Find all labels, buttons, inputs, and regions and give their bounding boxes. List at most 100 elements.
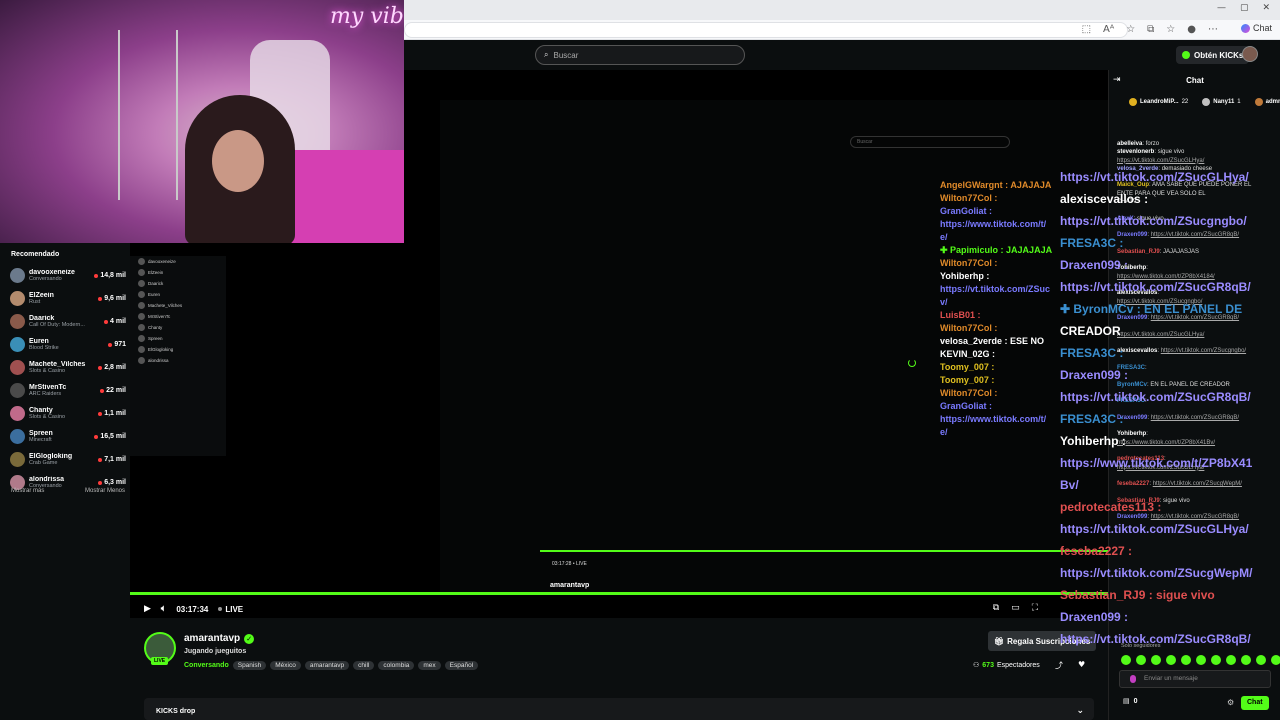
play-icon[interactable]: ▶ <box>144 604 151 614</box>
top-gifter[interactable]: admrcr1 <box>1254 98 1280 106</box>
viewers-icon: ⚇ <box>973 661 980 669</box>
overlay-chat-line: Bv/ <box>1060 478 1079 492</box>
rank-badge-icon <box>1129 98 1137 106</box>
more-icon[interactable]: ⋯ <box>1208 24 1218 35</box>
split-screen-icon[interactable]: ⧉ <box>1147 24 1154 35</box>
share-icon[interactable]: ⤴ <box>1055 660 1063 671</box>
channel-category: Conversando <box>29 276 62 282</box>
chat-input[interactable]: Enviar un mensaje <box>1119 670 1271 688</box>
address-bar[interactable] <box>404 22 1128 38</box>
profile-icon[interactable]: ● <box>1187 24 1196 35</box>
show-less-link[interactable]: Mostrar Menos <box>85 488 125 494</box>
channel-name: alondrissa <box>29 476 65 483</box>
live-dot-icon <box>98 296 103 301</box>
tag-spanish[interactable]: Spanish <box>232 661 267 670</box>
follow-icon[interactable]: ♥ <box>1078 660 1085 671</box>
inner-sidebar-row: davooxeneize <box>138 256 226 267</box>
emote-icon[interactable] <box>1196 655 1206 665</box>
live-indicator[interactable]: LIVE <box>218 605 243 614</box>
sidebar-item-spreen[interactable]: Spreen Minecraft 16,5 mil <box>10 425 126 448</box>
fullscreen-icon[interactable]: ⛶ <box>1032 603 1038 613</box>
tag-español[interactable]: Español <box>444 661 479 670</box>
channel-avatar <box>10 314 25 329</box>
emote-icon[interactable] <box>1136 655 1146 665</box>
tag-amarantavp[interactable]: amarantavp <box>304 661 350 670</box>
clip-icon[interactable]: ⧉ <box>993 603 999 613</box>
emote-icon[interactable] <box>1151 655 1161 665</box>
channel-viewer-count: 6,3 mil <box>104 479 126 486</box>
sidebar-item-daarick[interactable]: Daarick Call Of Duty: Modern... 4 mil <box>10 310 126 333</box>
channel-text: Daarick Call Of Duty: Modern... <box>29 315 100 328</box>
emote-icon[interactable] <box>1271 655 1280 665</box>
tag-chill[interactable]: chill <box>353 661 375 670</box>
inner-avatar <box>138 324 145 331</box>
channel-viewers: 9,6 mil <box>98 295 126 302</box>
live-label: LIVE <box>225 604 244 614</box>
maximize-icon[interactable]: ▢ <box>1240 3 1249 13</box>
chat-text: sigue vivo <box>1157 149 1185 156</box>
progress-bar[interactable] <box>130 592 1108 595</box>
get-kicks-label: Obtén KICKs <box>1194 50 1244 60</box>
sidebar-item-mrstiventc[interactable]: MrStivenTc ARC Raiders 22 mil <box>10 379 126 402</box>
channel-name: ElGlogloking <box>29 453 73 460</box>
channel-avatar <box>10 337 25 352</box>
emote-icon[interactable] <box>1241 655 1251 665</box>
text-size-icon[interactable]: Aᴬ <box>1103 24 1114 35</box>
overlay-chat-line: feseba2227 : <box>1060 544 1133 558</box>
top-gifter[interactable]: LeandroMiP... 22 <box>1129 98 1188 106</box>
live-dot-icon <box>104 319 109 324</box>
chat-send-button[interactable]: Chat <box>1241 696 1269 710</box>
sidebar-item-chanty[interactable]: Chanty Slots & Casino 1,1 mil <box>10 402 126 425</box>
favorites-icon[interactable]: ☆ <box>1166 24 1175 35</box>
channel-avatar <box>10 452 25 467</box>
close-icon[interactable]: ✕ <box>1262 3 1270 13</box>
top-gifter[interactable]: Nany11 1 <box>1202 98 1241 106</box>
tag-colombia[interactable]: colombia <box>378 661 415 670</box>
overlay-chat-line: https://vt.tiktok.com/ZSucGLHya/ <box>1060 522 1249 536</box>
emote-icon[interactable] <box>1166 655 1176 665</box>
gear-icon[interactable]: ⚙ <box>1227 698 1234 707</box>
browser-chat-button[interactable]: Chat <box>1240 23 1272 33</box>
minimize-icon[interactable]: — <box>1217 3 1226 13</box>
chat-message: https://vt.tiktok.com/ZSucGLHya/ <box>1117 157 1277 165</box>
chat-username[interactable]: stevenlonerb <box>1117 149 1154 155</box>
sidebar-item-elzeein[interactable]: ElZeein Rust 9,6 mil <box>10 287 126 310</box>
sidebar-item-machete_vilches[interactable]: Machete_Vilches Slots & Casino 2,8 mil <box>10 356 126 379</box>
emote-icon[interactable] <box>1256 655 1266 665</box>
show-more-link[interactable]: Mostrar más <box>11 488 44 494</box>
stream-title: Jugando jueguitos <box>184 648 247 655</box>
chat-link[interactable]: https://vt.tiktok.com/ZSucGLHya/ <box>1117 158 1204 164</box>
gifter-name: admrcr <box>1265 99 1280 105</box>
live-dot-icon <box>98 457 103 462</box>
chevron-down-icon[interactable]: ⌄ <box>1076 706 1084 716</box>
emote-icon[interactable] <box>1181 655 1191 665</box>
emote-icon[interactable] <box>1226 655 1236 665</box>
sidebar-item-elglogloking[interactable]: ElGlogloking Crab Game 7,1 mil <box>10 448 126 471</box>
favorite-icon[interactable]: ☆ <box>1126 24 1135 35</box>
microphone-icon[interactable] <box>1130 675 1136 683</box>
overlay-chat-line: https://vt.tiktok.com/ZSucGR8qB/ <box>1060 632 1251 646</box>
tag-mex[interactable]: mex <box>418 661 441 670</box>
volume-icon[interactable]: 🔈︎ <box>161 604 166 614</box>
emote-icon[interactable] <box>1121 655 1131 665</box>
channel-viewer-count: 4 mil <box>110 318 126 325</box>
inner-channel-name: MrStivenTc <box>148 314 171 319</box>
search-input[interactable]: ⌕ Buscar <box>535 45 745 65</box>
kicks-wallet-icon[interactable]: ▤ <box>1123 697 1130 705</box>
inner-channel-name: Euren <box>148 292 161 297</box>
sidebar-item-davooxeneize[interactable]: davooxeneize Conversando 14,8 mil <box>10 264 126 287</box>
get-kicks-button[interactable]: Obtén KICKs <box>1176 46 1250 64</box>
channel-category: Call Of Duty: Modern... <box>29 322 85 328</box>
stream-category[interactable]: Conversando <box>184 662 229 669</box>
overlay-chat-line: https://www.tiktok.com/t/ZP8bX41 <box>1060 456 1253 470</box>
kicks-drop-panel[interactable]: KICKS drop ⌄ <box>144 698 1094 720</box>
user-avatar[interactable] <box>1242 46 1258 62</box>
emote-icon[interactable] <box>1211 655 1221 665</box>
reader-icon[interactable]: ⬚ <box>1082 24 1091 35</box>
tag-méxico[interactable]: México <box>270 661 301 670</box>
overlay-chat-line: https://vt.tiktok.com/ZSucGLHya/ <box>1060 170 1249 184</box>
theater-icon[interactable]: ▭ <box>1011 603 1020 613</box>
sidebar-item-euren[interactable]: Euren Blood Strike 971 <box>10 333 126 356</box>
chat-username[interactable]: abelleiva <box>1117 141 1142 147</box>
streamer-name[interactable]: amarantavp <box>184 633 240 644</box>
